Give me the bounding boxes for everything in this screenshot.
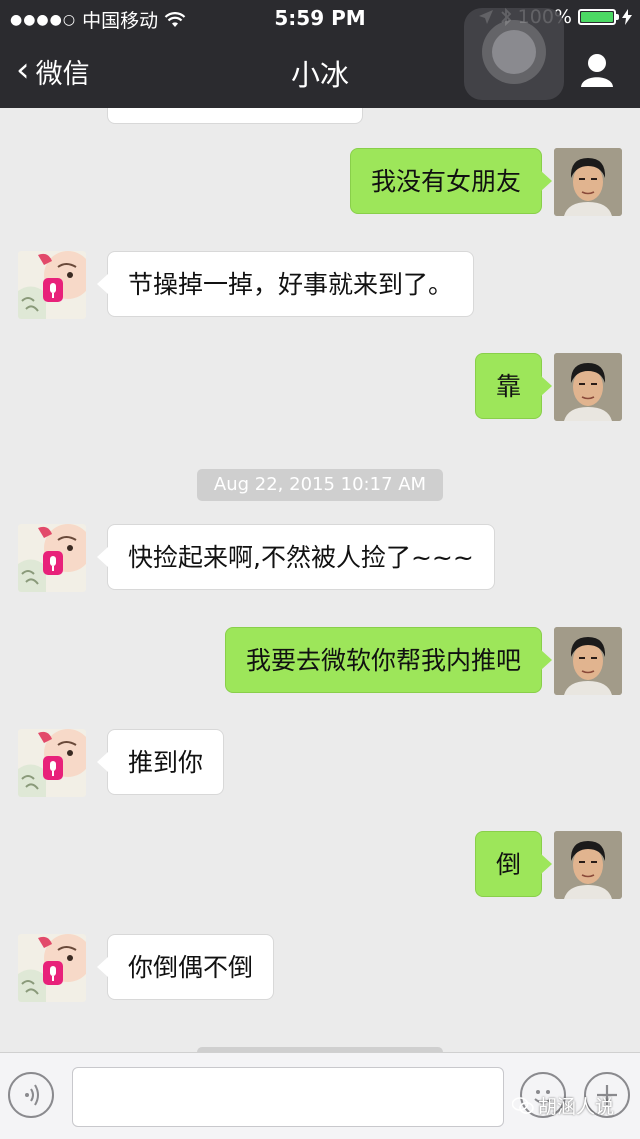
message-input[interactable] xyxy=(72,1067,504,1127)
bot-avatar[interactable] xyxy=(18,729,86,797)
watermark-text: 胡涵人说 xyxy=(538,1096,615,1118)
outgoing-message-bubble[interactable]: 我要去微软你帮我内推吧 xyxy=(224,627,553,693)
voice-button[interactable] xyxy=(8,1072,54,1118)
previous-message-stub xyxy=(0,108,640,128)
profile-icon[interactable] xyxy=(580,52,614,88)
outgoing-message-bubble[interactable]: 靠 xyxy=(474,353,553,419)
outgoing-message-bubble[interactable]: 倒 xyxy=(474,831,553,897)
assistive-touch-button[interactable] xyxy=(464,8,564,100)
bot-avatar[interactable] xyxy=(18,934,86,1002)
battery-icon xyxy=(578,9,619,25)
charging-icon xyxy=(622,9,632,25)
user-avatar[interactable] xyxy=(554,831,622,899)
incoming-message-bubble[interactable]: 你倒偶不倒 xyxy=(96,934,275,1000)
outgoing-message-bubble[interactable]: 我没有女朋友 xyxy=(349,148,553,214)
timestamp-badge: Aug 22, 2015 10:17 AM xyxy=(197,469,443,501)
user-avatar[interactable] xyxy=(554,148,622,216)
user-avatar[interactable] xyxy=(554,627,622,695)
user-avatar[interactable] xyxy=(554,353,622,421)
wechat-logo-icon xyxy=(512,1096,534,1114)
incoming-message-bubble[interactable]: 快捡起来啊,不然被人捡了~~~ xyxy=(97,524,495,590)
incoming-message-bubble[interactable]: 节操掉一掉，好事就来到了。 xyxy=(96,251,475,317)
bot-avatar[interactable] xyxy=(18,524,86,592)
top-bar: ●●●●○ 中国移动 5:59 PM 100% ‹ 微信 xyxy=(0,0,640,108)
bot-avatar[interactable] xyxy=(18,251,86,319)
watermark: 胡涵人说 xyxy=(512,1092,614,1119)
incoming-message-bubble[interactable]: 推到你 xyxy=(96,729,225,795)
voice-icon xyxy=(25,1084,39,1106)
